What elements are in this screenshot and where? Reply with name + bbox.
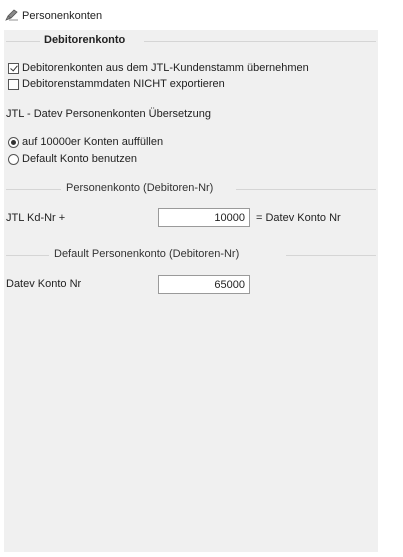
radio-auffuellen[interactable] [8,136,19,148]
personenkonten-window: Personenkonten Debitorenkonto Debitorenk… [0,0,403,557]
group-line-left [6,41,40,42]
settings-panel: Debitorenkonto Debitorenkonten aus dem J… [4,30,378,552]
checkbox-nicht-exportieren-label: Debitorenstammdaten NICHT exportieren [22,78,225,90]
group-line-right [286,255,376,256]
group-line-right [144,41,376,42]
checkbox-nicht-exportieren[interactable] [8,78,19,90]
radio-default-konto[interactable] [8,153,19,165]
group-line-right [236,189,376,190]
radio-row-auffuellen[interactable]: auf 10000er Konten auffüllen [8,136,163,148]
debitorenkonto-header: Debitorenkonto [44,34,126,46]
title-bar: Personenkonten [0,0,403,30]
personenkonto-group-header: Personenkonto (Debitoren-Nr) [4,178,378,198]
checkbox-uebernehmen[interactable] [8,62,19,74]
default-personenkonto-group-header: Default Personenkonto (Debitoren-Nr) [4,244,378,264]
datev-konto-nr-input[interactable] [158,275,250,294]
radio-auffuellen-label: auf 10000er Konten auffüllen [22,136,164,148]
group-line-left [6,189,61,190]
checkbox-row-nicht-exportieren[interactable]: Debitorenstammdaten NICHT exportieren [8,78,225,90]
radio-default-konto-label: Default Konto benutzen [22,153,137,165]
default-personenkonto-header: Default Personenkonto (Debitoren-Nr) [54,248,240,260]
pencil-icon [5,9,18,21]
debitorenkonto-group-header: Debitorenkonto [4,30,378,50]
uebersetzung-header: JTL - Datev Personenkonten Übersetzung [6,108,212,120]
jtl-kd-nr-input[interactable] [158,208,250,227]
personenkonto-header: Personenkonto (Debitoren-Nr) [66,182,214,194]
group-line-left [6,255,49,256]
datev-konto-nr-suffix: = Datev Konto Nr [256,212,341,224]
datev-konto-nr-label: Datev Konto Nr [6,278,82,290]
window-title: Personenkonten [22,10,103,22]
radio-row-default-konto[interactable]: Default Konto benutzen [8,153,137,165]
checkbox-uebernehmen-label: Debitorenkonten aus dem JTL-Kundenstamm … [22,62,309,74]
checkbox-row-uebernehmen[interactable]: Debitorenkonten aus dem JTL-Kundenstamm … [8,62,309,74]
jtl-kd-nr-label: JTL Kd-Nr + [6,212,66,224]
